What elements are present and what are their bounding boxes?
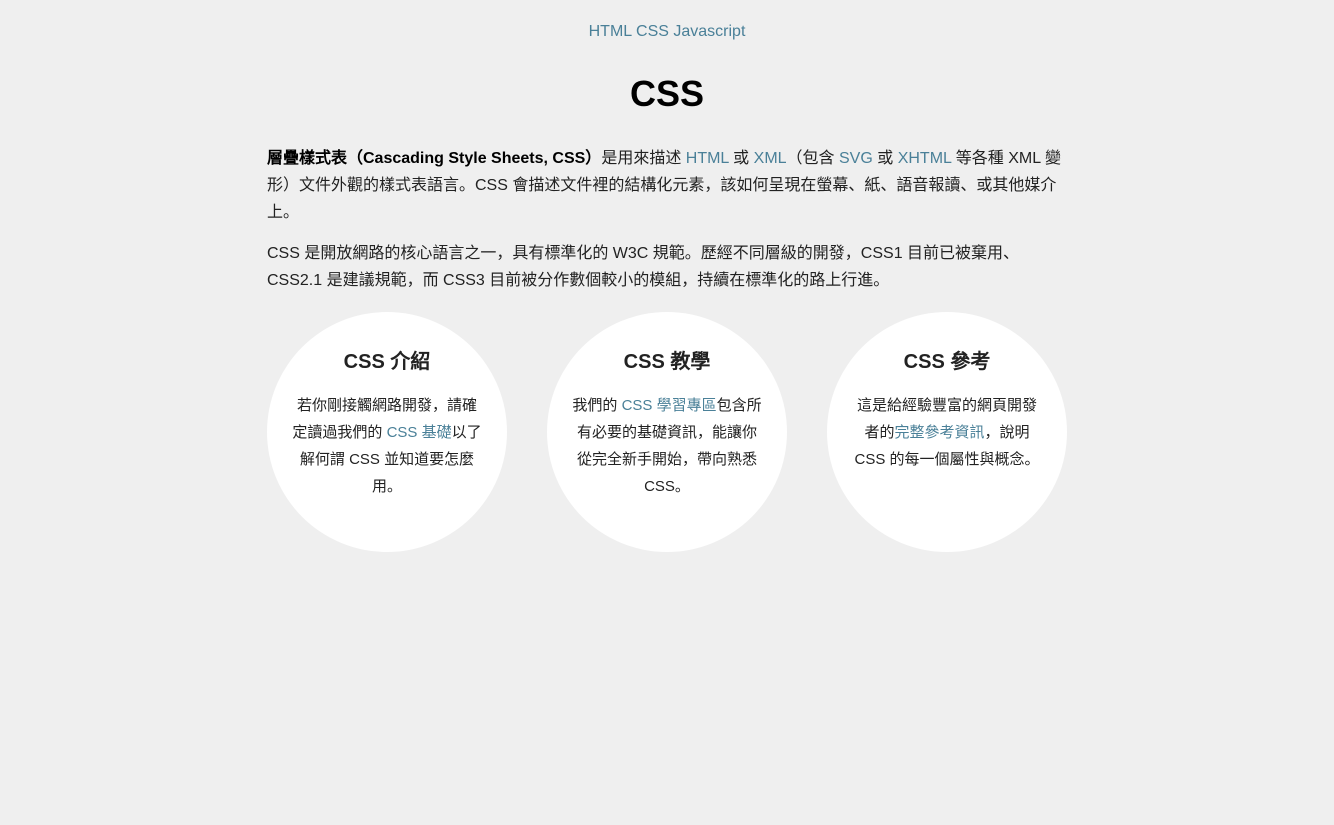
nav-link-html-css-javascript[interactable]: HTML CSS Javascript [589,23,746,40]
intro-text-2: 或 [728,150,754,167]
card-css-intro-text: 若你剛接觸網路開發，請確定讀過我們的 CSS 基礎以了解何謂 CSS 並知道要怎… [291,392,483,500]
link-xhtml[interactable]: XHTML [898,150,952,167]
top-navigation: HTML CSS Javascript [267,0,1067,43]
intro-text-4: 或 [872,150,898,167]
card-css-tutorial-text: 我們的 CSS 學習專區包含所有必要的基礎資訊，能讓你從完全新手開始，帶向熟悉 … [571,392,763,500]
intro-paragraph: 層疊樣式表（Cascading Style Sheets, CSS）是用來描述 … [267,145,1067,226]
card-css-reference-text: 這是給經驗豐富的網頁開發者的完整參考資訊，說明 CSS 的每一個屬性與概念。 [851,392,1043,473]
intro-bold-term: 層疊樣式表（Cascading Style Sheets, CSS） [267,150,602,167]
card-css-intro: CSS 介紹 若你剛接觸網路開發，請確定讀過我們的 CSS 基礎以了解何謂 CS… [267,312,507,552]
intro-text-1: 是用來描述 [601,150,686,167]
link-xml[interactable]: XML [754,150,787,167]
topic-cards: CSS 介紹 若你剛接觸網路開發，請確定讀過我們的 CSS 基礎以了解何謂 CS… [267,312,1067,552]
card-css-tutorial-title: CSS 教學 [623,351,711,373]
link-complete-reference[interactable]: 完整參考資訊 [894,424,984,441]
page-container: HTML CSS Javascript CSS 層疊樣式表（Cascading … [267,0,1067,552]
link-css-basics[interactable]: CSS 基礎 [387,424,452,441]
card-css-reference: CSS 參考 這是給經驗豐富的網頁開發者的完整參考資訊，說明 CSS 的每一個屬… [827,312,1067,552]
card-css-tutorial-pre: 我們的 [572,397,622,414]
card-css-reference-title: CSS 參考 [903,351,991,373]
page-title: CSS [629,73,705,114]
link-html[interactable]: HTML [686,150,729,167]
intro-text-3: （包含 [786,150,839,167]
standards-paragraph: CSS 是開放網路的核心語言之一，具有標準化的 W3C 規範。歷經不同層級的開發… [267,245,1020,289]
card-css-intro-title: CSS 介紹 [343,351,431,373]
link-svg[interactable]: SVG [839,150,873,167]
link-css-learning-area[interactable]: CSS 學習專區 [622,397,717,414]
card-css-tutorial: CSS 教學 我們的 CSS 學習專區包含所有必要的基礎資訊，能讓你從完全新手開… [547,312,787,552]
